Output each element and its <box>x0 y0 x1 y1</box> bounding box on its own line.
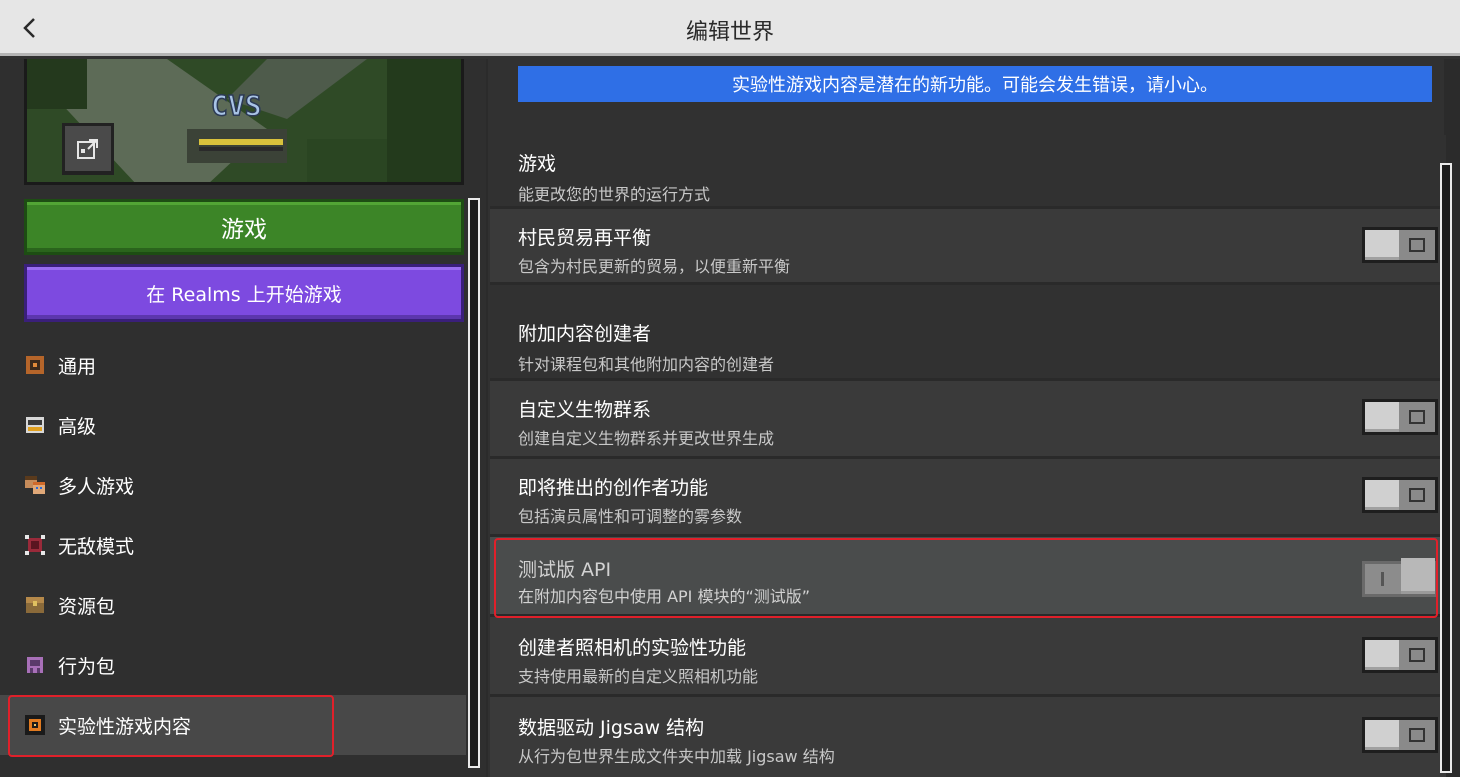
multiplayer-icon <box>24 474 46 496</box>
play-button[interactable]: 游戏 <box>24 199 464 255</box>
beta-api-toggle[interactable] <box>1362 558 1438 597</box>
sidebar-item-behavior-packs[interactable]: 行为包 <box>0 635 466 695</box>
sidebar-item-cheats[interactable]: 无敌模式 <box>0 515 466 575</box>
setting-row-custom-biomes: 自定义生物群系 创建自定义生物群系并更改世界生成 <box>490 381 1446 459</box>
setting-row-beta-api: 测试版 API 在附加内容包中使用 API 模块的“测试版” <box>490 537 1446 617</box>
setting-row-jigsaw-structures: 数据驱动 Jigsaw 结构 从行为包世界生成文件夹中加载 Jigsaw 结构 <box>490 697 1446 777</box>
upcoming-creator-features-toggle[interactable] <box>1362 477 1438 513</box>
setting-row-upcoming-creator-features: 即将推出的创作者功能 包括演员属性和可调整的雾参数 <box>490 459 1446 537</box>
svg-text:CVS: CVS <box>211 89 262 122</box>
toggle-on-icon <box>1381 572 1384 586</box>
sidebar-item-general[interactable]: 通用 <box>0 335 466 395</box>
toggle-off-icon <box>1409 648 1425 662</box>
sidebar-item-multiplayer[interactable]: 多人游戏 <box>0 455 466 515</box>
sidebar-item-advanced[interactable]: 高级 <box>0 395 466 455</box>
settings-list: 实验性游戏内容是潜在的新功能。可能会发生错误，请小心。 游戏 能更改您的世界的运… <box>488 59 1446 777</box>
left-scrollbar[interactable] <box>468 198 480 768</box>
play-on-realms-button[interactable]: 在 Realms 上开始游戏 <box>24 264 464 322</box>
toggle-off-icon <box>1409 410 1425 424</box>
section-header-game: 游戏 能更改您的世界的运行方式 <box>490 135 1446 209</box>
setting-row-villager-trade: 村民贸易再平衡 包含为村民更新的贸易，以便重新平衡 <box>490 209 1446 285</box>
experiments-icon <box>24 714 46 736</box>
sidebar-item-resource-packs[interactable]: 资源包 <box>0 575 466 635</box>
resource-pack-icon <box>24 594 46 616</box>
left-panel: CVS 游戏 在 Realms 上开始游戏 通用 高级 多人游戏 无敌模式 资源… <box>0 59 486 777</box>
edit-thumbnail-button[interactable] <box>62 123 114 175</box>
jigsaw-structures-toggle[interactable] <box>1362 717 1438 753</box>
world-thumbnail: CVS <box>24 59 464 185</box>
experimental-warning-banner: 实验性游戏内容是潜在的新功能。可能会发生错误，请小心。 <box>518 66 1432 102</box>
edit-image-icon <box>77 138 98 159</box>
right-panel: 实验性游戏内容是潜在的新功能。可能会发生错误，请小心。 游戏 能更改您的世界的运… <box>486 59 1460 777</box>
page-title: 编辑世界 <box>685 20 774 45</box>
advanced-icon <box>24 414 46 436</box>
right-scrollbar[interactable] <box>1440 163 1452 773</box>
toggle-off-icon <box>1409 488 1425 502</box>
section-header-addon-creators: 附加内容创建者 针对课程包和其他附加内容的创建者 <box>490 285 1446 381</box>
top-bar: 编辑世界 <box>0 0 1460 56</box>
cheats-icon <box>24 534 46 556</box>
creator-camera-toggle[interactable] <box>1362 637 1438 673</box>
setting-row-creator-camera: 创建者照相机的实验性功能 支持使用最新的自定义照相机功能 <box>490 617 1446 697</box>
gear-icon <box>24 354 46 376</box>
custom-biomes-toggle[interactable] <box>1362 399 1438 435</box>
toggle-off-icon <box>1409 728 1425 742</box>
toggle-off-icon <box>1409 238 1425 252</box>
sidebar-item-experiments[interactable]: 实验性游戏内容 <box>0 695 466 755</box>
behavior-pack-icon <box>24 654 46 676</box>
villager-trade-toggle[interactable] <box>1362 227 1438 263</box>
